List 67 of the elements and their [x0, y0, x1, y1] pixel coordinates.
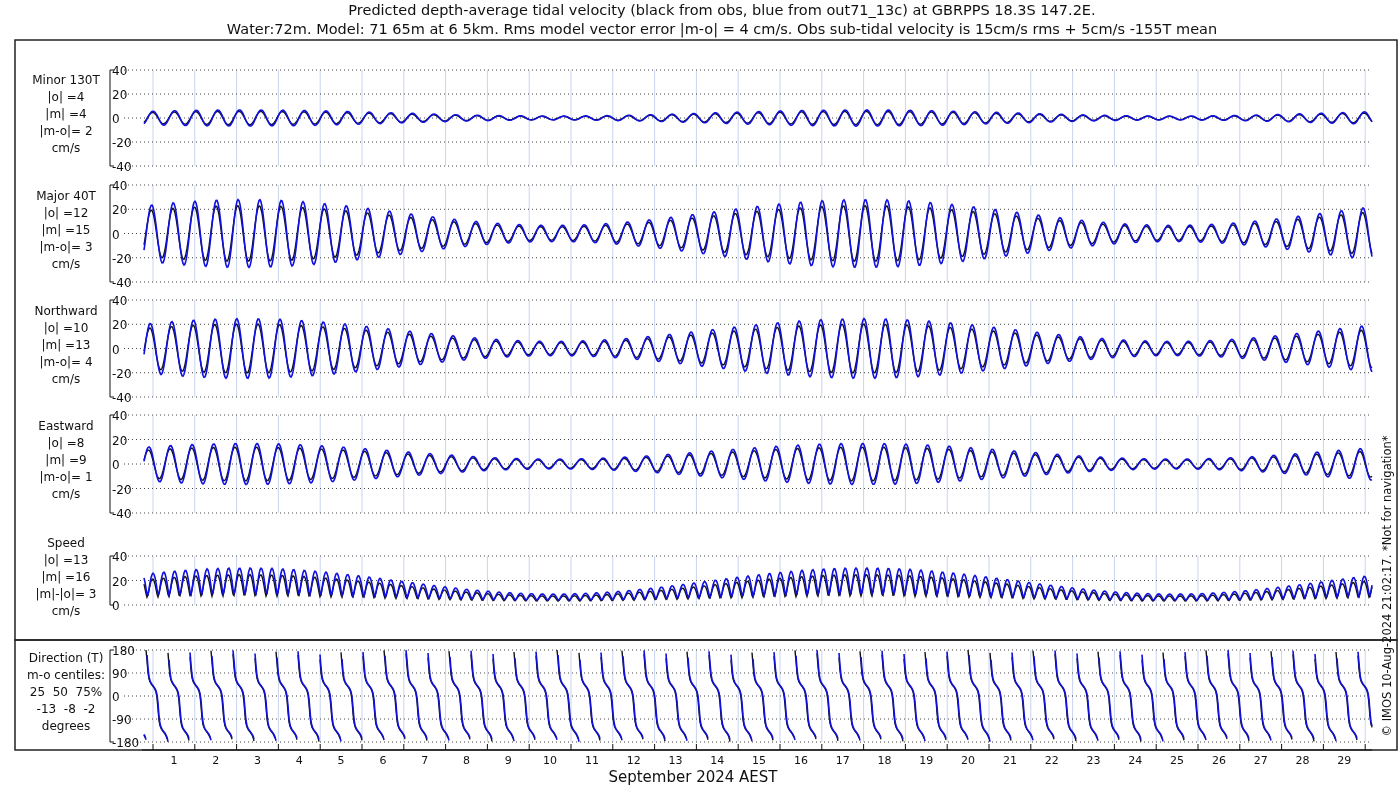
tick-label: -40 [112, 276, 132, 290]
tick-label: 27 [1253, 754, 1268, 767]
tick-label: -180 [112, 736, 140, 750]
tick-label: 1 [170, 754, 178, 767]
tick-label: 40 [112, 64, 128, 78]
tick-label: 3 [254, 754, 261, 767]
tick-label: 20 [961, 754, 976, 767]
panel-label: Speed |o| =13 |m| =16 |m|-|o|= 3 cm/s [35, 535, 97, 618]
panel-label: Direction (T) m-o centiles: 25 50 75% -13 -8 -2 degrees [27, 651, 105, 733]
tick-label: 9 [504, 754, 512, 767]
tick-label: 40 [112, 179, 128, 193]
tick-label: 20 [112, 88, 128, 102]
tick-label: 10 [543, 754, 558, 767]
tick-label: 0 [112, 227, 120, 242]
tick-label: 0 [112, 599, 120, 613]
tick-label: 18 [877, 754, 892, 767]
tick-label: 21 [1002, 754, 1017, 767]
tick-label: 40 [112, 550, 128, 564]
tick-label: -40 [112, 391, 132, 405]
tick-label: 11 [584, 754, 599, 767]
tick-label: 17 [835, 754, 850, 767]
tick-label: 20 [112, 433, 128, 448]
tick-label: 90 [112, 667, 128, 681]
panel-label: Minor 130T |o| =4 |m| =4 |m-o|= 2 cm/s [32, 73, 100, 155]
tick-label: -40 [112, 507, 132, 521]
panel-label: Northward |o| =10 |m| =13 |m-o|= 4 cm/s [34, 303, 98, 386]
tick-label: 23 [1086, 754, 1101, 767]
tick-label: 29 [1337, 754, 1352, 767]
copyright-note: © IMOS 10-Aug-2024 21:02:17. *Not for navigation* [1380, 435, 1394, 737]
tick-label: 7 [421, 754, 429, 767]
tick-label: 0 [112, 458, 120, 472]
tick-label: 40 [112, 294, 128, 308]
tick-label: 20 [112, 318, 128, 333]
tick-label: 2 [212, 754, 220, 767]
tick-label: 20 [112, 203, 128, 218]
chart-title: Water:72m. Model: 71 65m at 6 5km. Rms model vector error |m-o| = 4 cm/s. Obs sub-tidal velocity is 15cm/s rms + 5cm/s -155T mean [226, 21, 1218, 37]
tick-label: 0 [112, 690, 120, 704]
tick-label: 16 [793, 754, 808, 767]
tick-label: 13 [668, 754, 683, 767]
tick-label: 14 [710, 754, 725, 767]
tick-label: 22 [1044, 754, 1059, 767]
tick-label: -20 [112, 482, 132, 497]
chart-title: Predicted depth-average tidal velocity (black from obs, blue from out71_13c) at GBRPPS 18.3S 147.2E. [348, 2, 1096, 18]
tick-label: -20 [112, 136, 132, 150]
tick-label: 19 [919, 754, 934, 767]
tick-label: 40 [112, 409, 128, 423]
axis-label: September 2024 AEST [608, 768, 778, 786]
tick-label: 24 [1128, 754, 1143, 767]
tick-label: 4 [295, 754, 303, 767]
tick-label: 26 [1211, 754, 1226, 767]
tick-label: 28 [1295, 754, 1310, 767]
panel-label: Eastward |o| =8 |m| =9 |m-o|= 1 cm/s [38, 419, 94, 501]
tick-label: 15 [752, 754, 767, 767]
tick-label: -20 [112, 251, 132, 266]
tick-label: 25 [1170, 754, 1185, 767]
tick-label: 6 [379, 754, 387, 767]
tick-label: 12 [626, 754, 641, 767]
tick-label: -40 [112, 160, 132, 174]
tick-label: 8 [463, 754, 470, 767]
tick-label: 180 [112, 644, 135, 658]
tick-label: 0 [112, 112, 120, 126]
panel-label: Major 40T |o| =12 |m| =15 |m-o|= 3 cm/s [36, 188, 96, 271]
tick-label: 20 [112, 574, 128, 589]
tick-label: -90 [112, 713, 132, 727]
tick-label: -20 [112, 366, 132, 381]
tick-label: 0 [112, 342, 120, 357]
tick-label: 5 [337, 754, 345, 767]
